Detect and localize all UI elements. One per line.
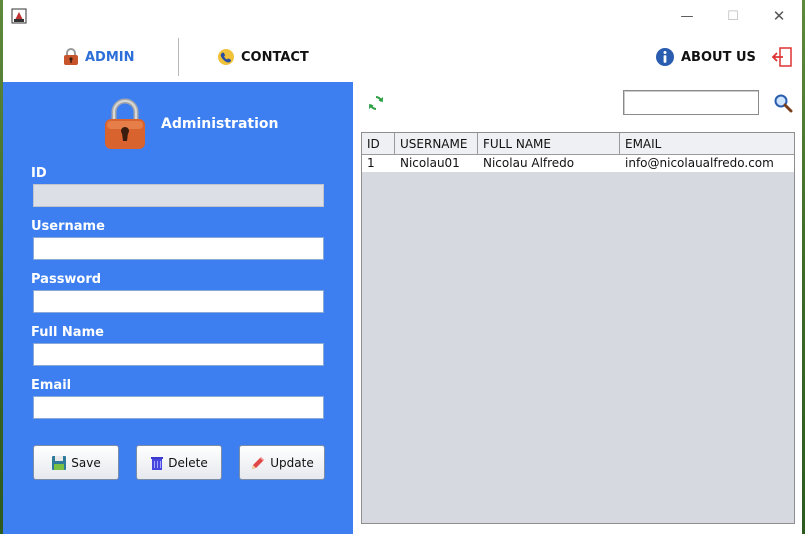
cell-username: Nicolau01 [400,156,460,170]
contact-phone-icon [218,49,234,65]
minimize-button[interactable]: — [664,0,710,32]
update-button-label: Update [270,455,314,470]
password-label: Password [31,272,102,287]
full-name-field[interactable] [33,343,324,366]
lock-icon [64,48,78,65]
cell-email: info@nicolaualfredo.com [625,156,774,170]
id-label: ID [31,166,47,181]
nav-about[interactable]: ABOUT US [655,32,756,82]
full-name-label: Full Name [31,325,104,340]
pencil-icon [252,456,265,469]
java-app-icon [11,8,27,24]
column-header-full-name[interactable]: FULL NAME [478,133,620,154]
update-button[interactable]: Update [239,445,325,480]
refresh-icon[interactable] [367,94,385,112]
nav-bar: ADMIN CONTACT ABOUT US [3,32,802,82]
search-icon[interactable] [773,93,793,113]
nav-contact[interactable]: CONTACT [217,32,309,82]
nav-admin-label: ADMIN [85,49,135,65]
close-button[interactable]: ✕ [756,0,802,32]
nav-about-label: ABOUT US [681,49,756,65]
nav-contact-label: CONTACT [241,49,309,65]
column-header-id[interactable]: ID [362,133,395,154]
floppy-save-icon [52,455,67,470]
form-title: Administration [161,116,279,132]
save-button-label: Save [71,455,101,470]
nav-divider [178,38,179,76]
column-header-email[interactable]: EMAIL [620,133,794,154]
padlock-icon [105,98,145,149]
admin-header: Administration [103,96,278,152]
column-header-username[interactable]: USERNAME [395,133,478,154]
maximize-button[interactable]: ☐ [710,0,756,32]
username-label: Username [31,219,105,234]
logout-icon[interactable] [771,46,793,68]
save-button[interactable]: Save [33,445,119,480]
cell-full-name: Nicolau Alfredo [483,156,575,170]
trash-icon [151,456,164,470]
search-input[interactable] [623,90,759,115]
username-field[interactable] [33,237,324,260]
table-header: ID USERNAME FULL NAME EMAIL [362,133,794,155]
cell-id: 1 [367,156,375,170]
email-label: Email [31,378,72,393]
app-window: — ☐ ✕ ADMIN CONTACT ABOUT US Administrat… [3,0,802,534]
password-field[interactable] [33,290,324,313]
nav-admin[interactable]: ADMIN [63,32,135,82]
info-icon [656,48,674,66]
delete-button-label: Delete [168,455,208,470]
users-table: ID USERNAME FULL NAME EMAIL 1 Nicolau01 … [361,132,795,524]
email-field[interactable] [33,396,324,419]
title-bar: — ☐ ✕ [3,0,802,32]
table-row[interactable]: 1 Nicolau01 Nicolau Alfredo info@nicolau… [362,155,794,172]
id-field[interactable] [33,184,324,207]
delete-button[interactable]: Delete [136,445,222,480]
admin-form-panel: Administration ID Username Password Full… [3,82,353,534]
